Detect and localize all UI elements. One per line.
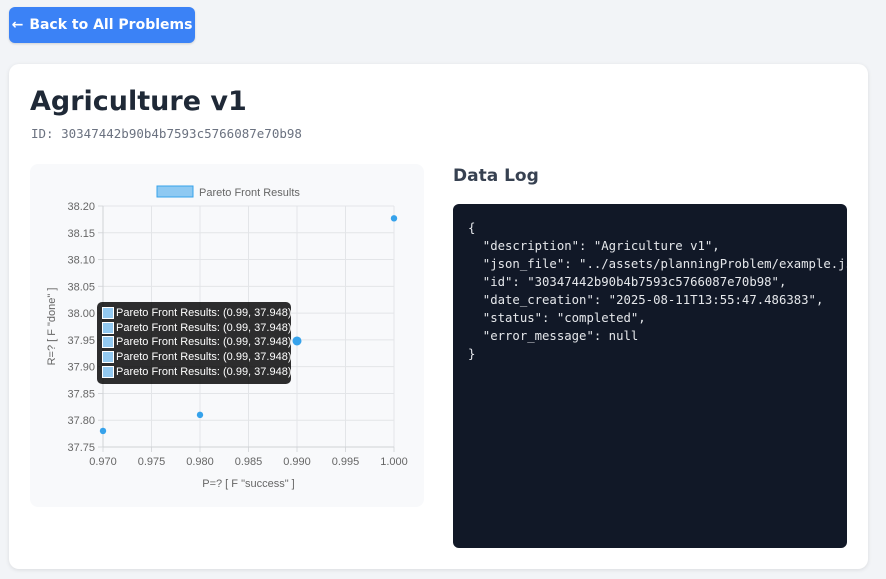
back-to-all-problems-button[interactable]: ← Back to All Problems <box>9 7 195 43</box>
chart-tooltip: Pareto Front Results: (0.99, 37.948) Pare… <box>97 302 291 384</box>
x-tick-label: 1.000 <box>380 456 408 468</box>
legend-label: Pareto Front Results <box>199 187 300 199</box>
tooltip-row: Pareto Front Results: (0.99, 37.948) <box>102 350 291 365</box>
back-button-label: Back to All Problems <box>29 17 193 33</box>
x-tick-label: 0.995 <box>332 456 360 468</box>
tooltip-row: Pareto Front Results: (0.99, 37.948) <box>102 321 291 336</box>
arrow-left-icon: ← <box>11 17 24 33</box>
data-log-heading: Data Log <box>453 166 539 186</box>
y-tick-label: 38.15 <box>67 228 95 240</box>
log-line: "status": "completed", <box>468 311 646 325</box>
x-tick-label: 0.990 <box>283 456 311 468</box>
x-tick-label: 0.985 <box>235 456 263 468</box>
y-axis-title: R=? [ F "done" ] <box>46 288 58 366</box>
log-line: "description": "Agriculture v1", <box>468 239 720 253</box>
tooltip-text: Pareto Front Results: (0.99, 37.948) <box>116 307 292 320</box>
tooltip-swatch <box>102 351 114 364</box>
x-tick-label: 0.980 <box>186 456 214 468</box>
tooltip-text: Pareto Front Results: (0.99, 37.948) <box>116 336 292 349</box>
problem-id: ID: 30347442b90b4b7593c5766087e70b98 <box>31 126 302 141</box>
highlighted-data-point <box>292 336 302 346</box>
tooltip-row: Pareto Front Results: (0.99, 37.948) <box>102 306 291 321</box>
page-title: Agriculture v1 <box>30 86 247 117</box>
data-point <box>390 215 398 222</box>
log-line: { <box>468 221 476 235</box>
legend-swatch <box>156 185 194 198</box>
data-point <box>196 411 204 419</box>
y-tick-label: 38.20 <box>67 201 95 213</box>
log-line: "json_file": "../assets/planningProblem/… <box>468 257 847 271</box>
log-line: "id": "30347442b90b4b7593c5766087e70b98"… <box>468 275 787 289</box>
y-tick-label: 37.80 <box>67 415 95 427</box>
y-tick-label: 38.00 <box>67 308 95 320</box>
tooltip-text: Pareto Front Results: (0.99, 37.948) <box>116 321 292 334</box>
tooltip-text: Pareto Front Results: (0.99, 37.948) <box>116 351 292 364</box>
y-tick-label: 37.90 <box>67 362 95 374</box>
data-log-panel[interactable]: { "description": "Agriculture v1", "json… <box>453 204 847 548</box>
x-tick-label: 0.975 <box>138 456 166 468</box>
tooltip-row: Pareto Front Results: (0.99, 37.948) <box>102 335 291 350</box>
tooltip-swatch <box>102 307 114 320</box>
pareto-chart[interactable]: Pareto Front Results 37.75 37.80 37.85 37.90… <box>30 164 424 507</box>
tooltip-row: Pareto Front Results: (0.99, 37.948) <box>102 364 291 379</box>
y-tick-label: 37.85 <box>67 388 95 400</box>
problem-card: Agriculture v1 ID: 30347442b90b4b7593c57… <box>9 64 868 569</box>
log-line: } <box>468 347 476 361</box>
log-line: "date_creation": "2025-08-11T13:55:47.48… <box>468 293 824 307</box>
tooltip-swatch <box>102 336 114 349</box>
data-point <box>99 427 107 435</box>
y-tick-label: 37.95 <box>67 335 95 347</box>
tooltip-text: Pareto Front Results: (0.99, 37.948) <box>116 365 292 378</box>
log-line: "error_message": null <box>468 329 639 343</box>
x-axis-title: P=? [ F "success" ] <box>202 478 294 490</box>
y-tick-label: 38.10 <box>67 255 95 267</box>
tooltip-swatch <box>102 365 114 378</box>
y-tick-label: 37.75 <box>67 442 95 454</box>
y-tick-label: 38.05 <box>67 281 95 293</box>
tooltip-swatch <box>102 321 114 334</box>
x-tick-label: 0.970 <box>89 456 117 468</box>
